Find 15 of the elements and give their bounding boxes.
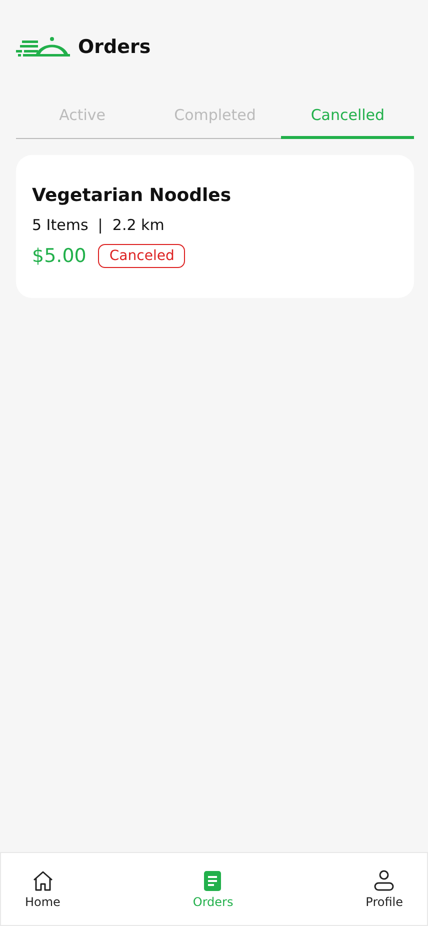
house-icon bbox=[32, 870, 54, 892]
tab[interactable]: Completed bbox=[148, 98, 282, 139]
status-badge: Canceled bbox=[98, 244, 186, 268]
tab[interactable]: Cancelled bbox=[281, 98, 414, 139]
order-details: 5 Items | 2.2 km bbox=[32, 216, 166, 234]
nav-item[interactable]: Profile bbox=[358, 870, 411, 908]
order-name: Vegetarian Noodles bbox=[32, 185, 232, 206]
page-title: Orders bbox=[78, 36, 151, 58]
tab[interactable]: Active bbox=[16, 98, 149, 139]
order-card[interactable]: Vegetarian Noodles 5 Items | 2.2 km $5.00 Canceled bbox=[16, 155, 414, 298]
nav-item[interactable]: Orders bbox=[184, 870, 242, 908]
order-price: $5.00 bbox=[32, 245, 86, 267]
person-icon bbox=[373, 870, 396, 892]
food-cloche-icon bbox=[16, 37, 70, 57]
nav-item[interactable]: Home bbox=[17, 870, 68, 908]
